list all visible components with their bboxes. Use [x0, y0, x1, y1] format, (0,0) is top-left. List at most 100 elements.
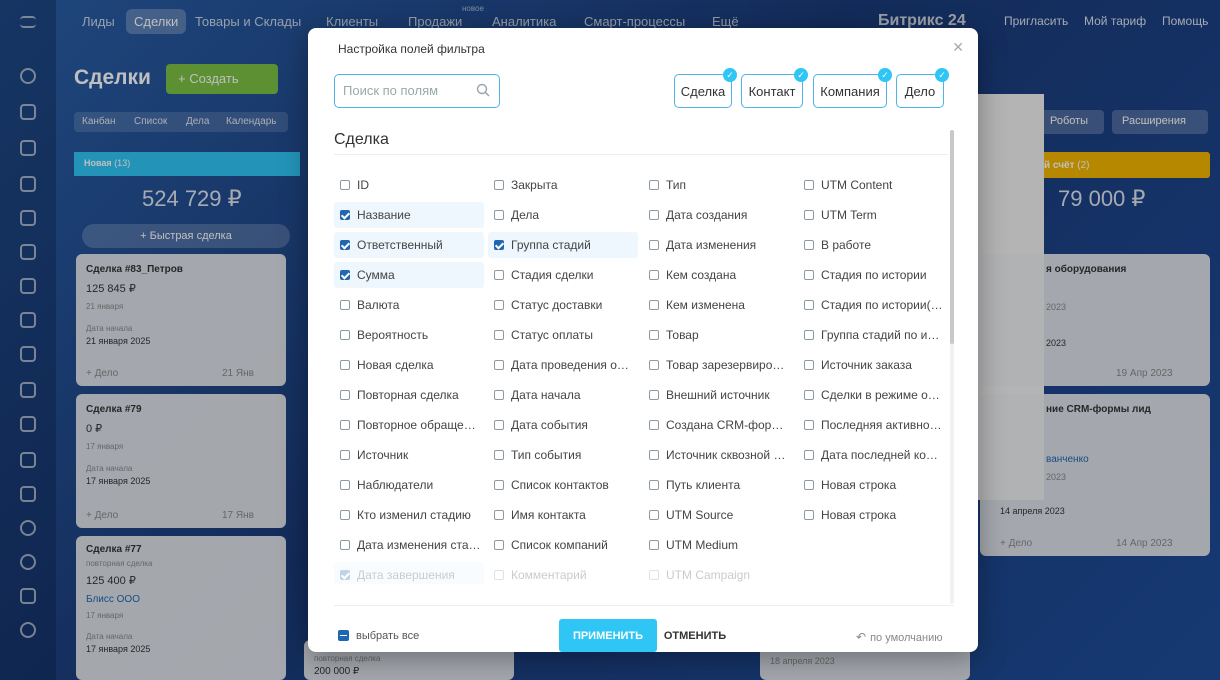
- field-closed[interactable]: Закрыта: [488, 172, 638, 198]
- field-responsible[interactable]: Ответственный: [334, 232, 484, 258]
- checkbox[interactable]: [804, 420, 814, 430]
- checkbox[interactable]: [494, 210, 504, 220]
- checkbox[interactable]: [340, 360, 350, 370]
- checkbox[interactable]: [649, 330, 659, 340]
- field-currency[interactable]: Валюта: [334, 292, 484, 318]
- checkbox[interactable]: [494, 240, 504, 250]
- field-product[interactable]: Товар: [643, 322, 793, 348]
- checkbox[interactable]: [649, 390, 659, 400]
- field-modified-by[interactable]: Кем изменена: [643, 292, 793, 318]
- field-waiting-deals[interactable]: Сделки в режиме ожидания: [798, 382, 948, 408]
- field-sum[interactable]: Сумма: [334, 262, 484, 288]
- field-payment-date[interactable]: Дата проведения оплаты: [488, 352, 638, 378]
- field-event-date[interactable]: Дата события: [488, 412, 638, 438]
- field-utm-content[interactable]: UTM Content: [798, 172, 948, 198]
- checkbox[interactable]: [804, 510, 814, 520]
- field-new-row[interactable]: Новая строка: [798, 502, 948, 528]
- field-start-date[interactable]: Дата начала: [488, 382, 638, 408]
- chip-contact[interactable]: Контакт ✓: [741, 68, 808, 108]
- field-contact-list[interactable]: Список контактов: [488, 472, 638, 498]
- checkbox[interactable]: [340, 180, 350, 190]
- field-comment[interactable]: Комментарий: [488, 562, 638, 584]
- checkbox[interactable]: [494, 390, 504, 400]
- field-utm-medium[interactable]: UTM Medium: [643, 532, 793, 558]
- field-product-reserved[interactable]: Товар зарезервирован: [643, 352, 793, 378]
- checkbox[interactable]: [649, 480, 659, 490]
- checkbox[interactable]: [494, 270, 504, 280]
- checkbox[interactable]: [494, 180, 504, 190]
- close-icon[interactable]: ✕: [952, 39, 964, 56]
- search-input[interactable]: [343, 83, 471, 98]
- select-all-checkbox[interactable]: [338, 630, 349, 641]
- field-stage-group-history[interactable]: Группа стадий по истории: [798, 322, 948, 348]
- checkbox[interactable]: [804, 480, 814, 490]
- field-close-date[interactable]: Дата завершения: [334, 562, 484, 584]
- checkbox[interactable]: [649, 510, 659, 520]
- checkbox[interactable]: [494, 570, 504, 580]
- checkbox[interactable]: [340, 480, 350, 490]
- checkbox[interactable]: [649, 270, 659, 280]
- field-company-list[interactable]: Список компаний: [488, 532, 638, 558]
- field-last-communication[interactable]: Дата последней коммуникации: [798, 442, 948, 468]
- field-in-work[interactable]: В работе: [798, 232, 948, 258]
- search-icon[interactable]: [476, 83, 490, 97]
- checkbox[interactable]: [494, 360, 504, 370]
- apply-button[interactable]: ПРИМЕНИТЬ: [559, 619, 657, 652]
- field-stage-history-semantic[interactable]: Стадия по истории(семантика): [798, 292, 948, 318]
- checkbox[interactable]: [804, 240, 814, 250]
- checkbox[interactable]: [804, 210, 814, 220]
- checkbox[interactable]: [340, 270, 350, 280]
- checkbox[interactable]: [494, 330, 504, 340]
- checkbox[interactable]: [494, 300, 504, 310]
- scrollbar-thumb[interactable]: [950, 130, 954, 344]
- field-last-activity[interactable]: Последняя активность: [798, 412, 948, 438]
- reset-default[interactable]: ↶ по умолчанию: [856, 630, 943, 644]
- field-source[interactable]: Источник: [334, 442, 484, 468]
- checkbox[interactable]: [494, 450, 504, 460]
- checkbox[interactable]: [340, 540, 350, 550]
- field-payment-status[interactable]: Статус оплаты: [488, 322, 638, 348]
- checkbox[interactable]: [804, 330, 814, 340]
- chip-company[interactable]: Компания ✓: [813, 68, 892, 108]
- checkbox[interactable]: [649, 300, 659, 310]
- chip-activity[interactable]: Дело ✓: [896, 68, 949, 108]
- field-contact-name[interactable]: Имя контакта: [488, 502, 638, 528]
- checkbox[interactable]: [649, 360, 659, 370]
- checkbox[interactable]: [649, 180, 659, 190]
- checkbox[interactable]: [649, 540, 659, 550]
- checkbox[interactable]: [649, 240, 659, 250]
- field-stage-change-date[interactable]: Дата изменения стадии: [334, 532, 484, 558]
- field-order-source[interactable]: Источник заказа: [798, 352, 948, 378]
- field-repeat-deal[interactable]: Повторная сделка: [334, 382, 484, 408]
- field-modified-date[interactable]: Дата изменения: [643, 232, 793, 258]
- checkbox[interactable]: [649, 420, 659, 430]
- field-probability[interactable]: Вероятность: [334, 322, 484, 348]
- checkbox[interactable]: [804, 450, 814, 460]
- field-type[interactable]: Тип: [643, 172, 793, 198]
- field-event-type[interactable]: Тип события: [488, 442, 638, 468]
- field-activities[interactable]: Дела: [488, 202, 638, 228]
- checkbox[interactable]: [340, 210, 350, 220]
- checkbox[interactable]: [804, 390, 814, 400]
- field-stage-group[interactable]: Группа стадий: [488, 232, 638, 258]
- checkbox[interactable]: [494, 420, 504, 430]
- checkbox[interactable]: [340, 240, 350, 250]
- checkbox[interactable]: [340, 300, 350, 310]
- checkbox[interactable]: [340, 420, 350, 430]
- checkbox[interactable]: [804, 180, 814, 190]
- cancel-button[interactable]: ОТМЕНИТЬ: [660, 619, 730, 652]
- checkbox[interactable]: [804, 360, 814, 370]
- checkbox[interactable]: [649, 210, 659, 220]
- field-utm-term[interactable]: UTM Term: [798, 202, 948, 228]
- checkbox[interactable]: [494, 540, 504, 550]
- field-stage-history[interactable]: Стадия по истории: [798, 262, 948, 288]
- field-repeat-request[interactable]: Повторное обращение: [334, 412, 484, 438]
- field-new-deal[interactable]: Новая сделка: [334, 352, 484, 378]
- checkbox[interactable]: [340, 330, 350, 340]
- field-created-by[interactable]: Кем создана: [643, 262, 793, 288]
- field-name[interactable]: Название: [334, 202, 484, 228]
- field-created-date[interactable]: Дата создания: [643, 202, 793, 228]
- field-new-row[interactable]: Новая строка: [798, 472, 948, 498]
- field-external-source[interactable]: Внешний источник: [643, 382, 793, 408]
- field-crm-form[interactable]: Создана CRM-формой: [643, 412, 793, 438]
